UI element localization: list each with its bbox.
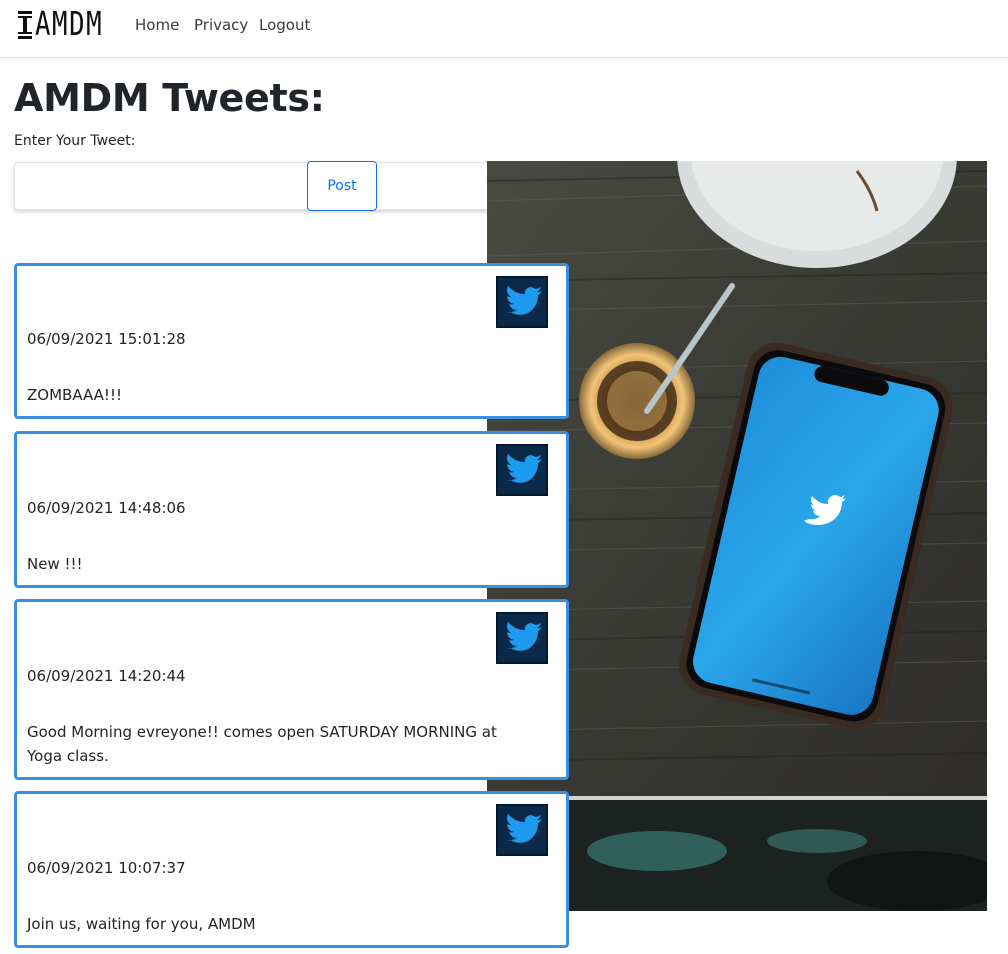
tweet-text: New !!! <box>27 555 83 573</box>
tweet-timestamp: 06/09/2021 14:48:06 <box>27 499 186 517</box>
twitter-bird-icon <box>496 276 548 328</box>
post-button[interactable]: Post <box>307 161 377 211</box>
tweet-card: 06/09/2021 15:01:28 ZOMBAAA!!! <box>14 263 569 419</box>
twitter-bird-icon <box>496 444 548 496</box>
tweet-timestamp: 06/09/2021 10:07:37 <box>27 859 186 877</box>
dumbbell-logo-icon <box>18 11 32 39</box>
tweet-input-label: Enter Your Tweet: <box>14 133 136 149</box>
tweet-card: 06/09/2021 10:07:37 Join us, waiting for… <box>14 791 569 948</box>
tweet-timestamp: 06/09/2021 15:01:28 <box>27 330 186 348</box>
twitter-bird-icon <box>496 804 548 856</box>
tweet-timestamp: 06/09/2021 14:20:44 <box>27 667 186 685</box>
brand-logo[interactable]: AMDM <box>17 4 112 44</box>
nav-privacy-link[interactable]: Privacy <box>194 16 248 34</box>
twitter-bird-icon <box>496 612 548 664</box>
nav-home-link[interactable]: Home <box>135 16 179 34</box>
tweet-card: 06/09/2021 14:20:44 Good Morning evreyon… <box>14 599 569 780</box>
navbar: AMDM Home Privacy Logout <box>0 0 1008 58</box>
tweet-input[interactable] <box>14 162 534 210</box>
tweet-text: Good Morning evreyone!! comes open SATUR… <box>27 723 497 765</box>
brand-text: AMDM <box>35 4 104 43</box>
tweet-card: 06/09/2021 14:48:06 New !!! <box>14 431 569 588</box>
page-title: AMDM Tweets: <box>14 76 325 120</box>
tweet-text: Join us, waiting for you, AMDM <box>27 915 256 933</box>
tweet-text: ZOMBAAA!!! <box>27 386 122 404</box>
nav-logout-link[interactable]: Logout <box>259 16 310 34</box>
